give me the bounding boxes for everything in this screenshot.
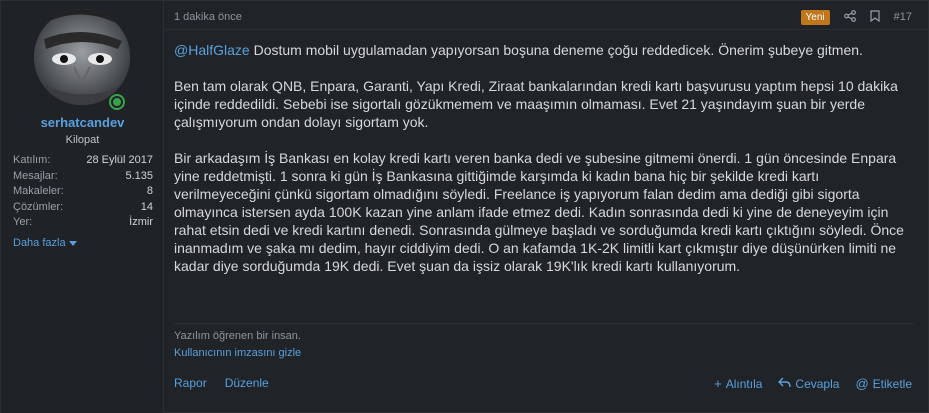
at-icon: @ [855, 376, 869, 391]
user-mention[interactable]: @HalfGlaze [174, 42, 250, 58]
stat-key: Mesajlar: [13, 169, 58, 182]
post-time[interactable]: 1 dakika önce [174, 11, 801, 23]
post-actions-right: + Alıntıla Cevapla @ Etiketle [714, 376, 912, 391]
stat-value: 8 [146, 185, 153, 197]
post-container: serhatcandev Kilopat Katılım: 28 Eylül 2… [0, 0, 929, 413]
stat-value[interactable]: İzmir [129, 215, 153, 231]
stat-key: Katılım: [13, 154, 51, 166]
reply-icon [778, 376, 792, 391]
stat-row-joined: Katılım: 28 Eylül 2017 [13, 153, 153, 169]
new-badge: Yeni [800, 9, 830, 25]
reply-button[interactable]: Cevapla [778, 376, 839, 391]
stat-row-articles: Makaleler: 8 [13, 184, 153, 200]
avatar[interactable] [34, 9, 130, 105]
post-paragraph: @HalfGlaze Dostum mobil uygulamadan yapı… [174, 41, 914, 59]
signature-divider [174, 323, 914, 324]
stat-key: Yer: [13, 216, 33, 228]
share-icon[interactable] [843, 10, 856, 24]
stat-row-solutions: Çözümler: 14 [13, 200, 153, 216]
avatar-wrap [34, 9, 130, 111]
report-link[interactable]: Rapor [174, 376, 207, 390]
bookmark-icon[interactable] [870, 10, 880, 24]
post-body: @HalfGlaze Dostum mobil uygulamadan yapı… [174, 41, 914, 293]
quote-label: Alıntıla [725, 376, 763, 391]
post-paragraph: Bir arkadaşım İş Bankası en kolay kredi … [174, 150, 904, 274]
stat-key: Çözümler: [13, 200, 64, 213]
user-sidebar: serhatcandev Kilopat Katılım: 28 Eylül 2… [1, 1, 164, 413]
hide-signature-link[interactable]: Kullanıcının imzasını gizle [174, 347, 301, 359]
signature-text: Yazılım öğrenen bir insan. [174, 330, 301, 342]
stat-value[interactable]: 5.135 [125, 169, 153, 185]
plus-icon: + [714, 376, 722, 391]
tag-button[interactable]: @ Etiketle [855, 376, 912, 391]
edit-link[interactable]: Düzenle [225, 376, 269, 390]
stat-value: 28 Eylül 2017 [86, 154, 153, 166]
stat-key: Makaleler: [13, 185, 64, 197]
meta-divider [164, 29, 929, 30]
stat-row-location: Yer: İzmir [13, 215, 153, 231]
tag-label: Etiketle [872, 376, 912, 391]
online-status-icon [108, 93, 126, 111]
post-actions-left: Rapor Düzenle [174, 376, 269, 390]
user-title: Kilopat [65, 134, 100, 146]
username-link[interactable]: serhatcandev [1, 115, 164, 130]
post-paragraph-text: Dostum mobil uygulamadan yapıyorsan boşu… [249, 42, 863, 58]
post-main: 1 dakika önce Yeni #17 @HalfGlaze Dostum… [164, 1, 929, 413]
post-meta-actions: Yeni #17 [800, 9, 912, 25]
post-meta-bar: 1 dakika önce Yeni #17 [174, 7, 912, 27]
more-info-label: Daha fazla [13, 237, 66, 249]
reply-label: Cevapla [795, 376, 840, 391]
more-info-toggle[interactable]: Daha fazla [13, 237, 77, 249]
stat-value: 14 [140, 200, 153, 213]
chevron-down-icon [68, 241, 77, 246]
user-stats: Katılım: 28 Eylül 2017 Mesajlar: 5.135 M… [13, 153, 153, 231]
post-number[interactable]: #17 [894, 11, 912, 23]
quote-button[interactable]: + Alıntıla [714, 376, 762, 391]
post-paragraph: Ben tam olarak QNB, Enpara, Garanti, Yap… [174, 78, 898, 130]
stat-row-messages: Mesajlar: 5.135 [13, 169, 153, 185]
